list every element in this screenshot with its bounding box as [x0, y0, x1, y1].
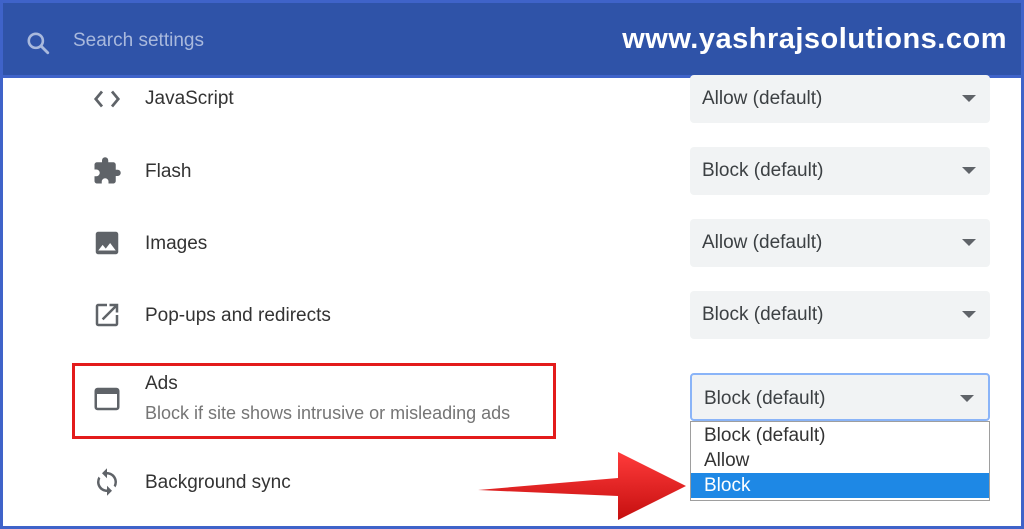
ads-dropdown-list: Block (default) Allow Block — [690, 421, 990, 501]
settings-header: Search settings www.yashrajsolutions.com — [0, 0, 1024, 78]
images-select[interactable]: Allow (default) — [690, 219, 990, 267]
ads-highlight-box — [72, 363, 556, 439]
sync-icon — [97, 468, 117, 496]
setting-row-javascript: JavaScript Allow (default) — [0, 70, 1024, 130]
watermark-brand: www.yashrajsolutions.com — [622, 23, 1007, 55]
dropdown-caret-icon — [962, 311, 976, 318]
red-arrow-icon — [478, 452, 686, 520]
puzzle-icon — [94, 157, 121, 184]
setting-label: Background sync — [145, 472, 291, 493]
dropdown-caret-icon — [962, 167, 976, 174]
ads-select[interactable]: Block (default) — [690, 373, 990, 421]
javascript-select[interactable]: Allow (default) — [690, 75, 990, 123]
code-icon — [93, 90, 121, 108]
setting-label: Flash — [145, 161, 192, 182]
search-input[interactable]: Search settings — [73, 30, 204, 52]
select-value: Block (default) — [704, 388, 826, 409]
search-icon[interactable] — [25, 30, 51, 56]
dropdown-option-block-default[interactable]: Block (default) — [691, 423, 989, 448]
setting-label: JavaScript — [145, 88, 234, 109]
dropdown-caret-icon — [960, 395, 974, 402]
setting-label: Images — [145, 233, 208, 254]
select-value: Allow (default) — [702, 232, 823, 253]
dropdown-caret-icon — [962, 95, 976, 102]
setting-row-images: Images Allow (default) — [0, 217, 1024, 277]
select-value: Block (default) — [702, 160, 824, 181]
open-in-new-icon — [95, 303, 119, 327]
image-icon — [95, 231, 119, 255]
popups-select[interactable]: Block (default) — [690, 291, 990, 339]
setting-row-flash: Flash Block (default) — [0, 145, 1024, 205]
select-value: Allow (default) — [702, 88, 823, 109]
setting-row-popups: Pop-ups and redirects Block (default) — [0, 289, 1024, 349]
dropdown-caret-icon — [962, 239, 976, 246]
flash-select[interactable]: Block (default) — [690, 147, 990, 195]
dropdown-option-block[interactable]: Block — [691, 473, 989, 498]
setting-label: Pop-ups and redirects — [145, 305, 331, 326]
select-value: Block (default) — [702, 304, 824, 325]
dropdown-option-allow[interactable]: Allow — [691, 448, 989, 473]
